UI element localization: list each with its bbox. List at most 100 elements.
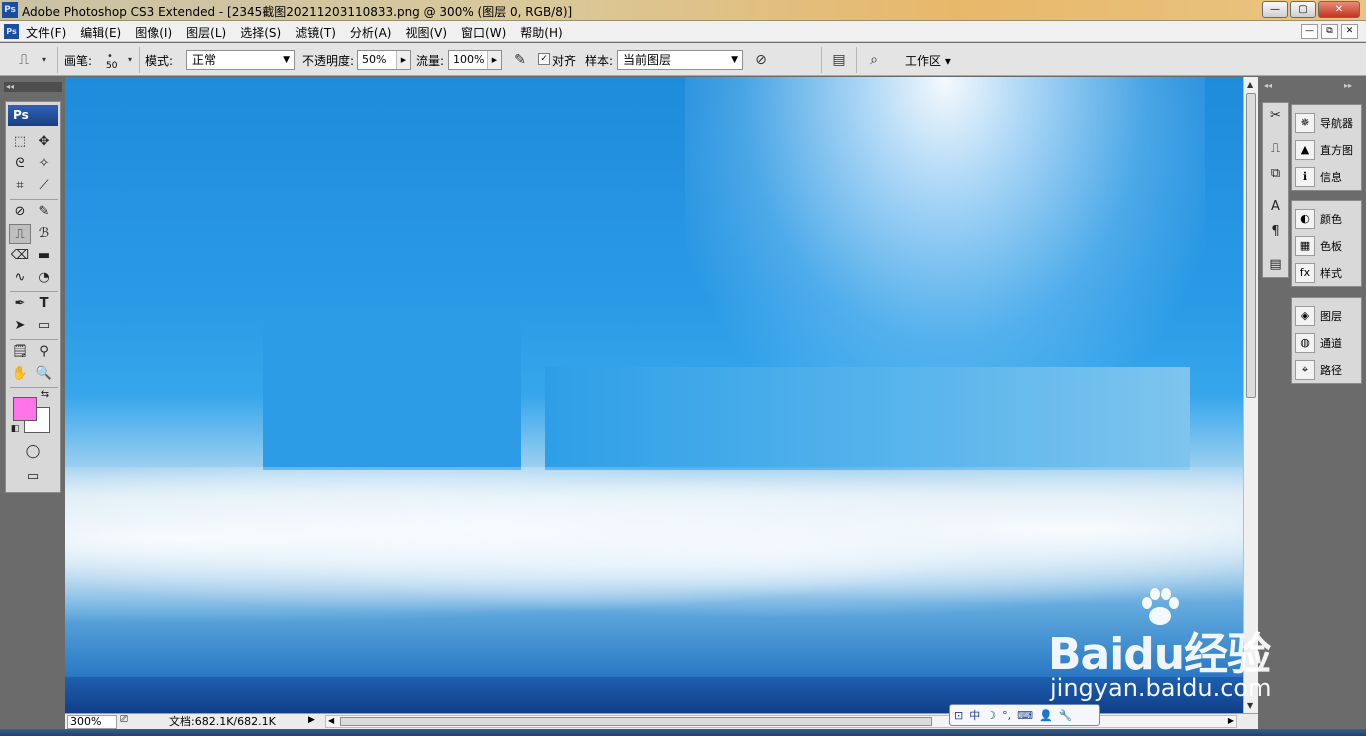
path-selection-tool-icon[interactable]: ➤ [9,316,31,336]
scroll-left-icon[interactable]: ◀ [328,716,334,725]
toolbox-logo[interactable]: Ps [8,105,58,126]
foreground-color-swatch[interactable] [13,397,37,421]
notes-tool-icon[interactable]: 🗒 [9,342,31,362]
doc-restore-button[interactable]: ⧉ [1321,24,1338,39]
flow-slider-toggle-icon[interactable]: ▶ [487,51,501,69]
slice-tool-icon[interactable]: ⟋ [33,176,55,196]
status-preview-icon[interactable]: ⎚ [120,714,128,725]
layer-comps-icon[interactable]: ▤ [1263,252,1288,277]
panel-channels[interactable]: ◍ 通道 [1292,329,1361,356]
horizontal-scrollbar[interactable]: ◀ ▶ [325,715,1237,728]
hand-tool-icon[interactable]: ✋ [9,364,31,384]
brushes-panel-icon[interactable]: ⎍ [1263,136,1288,161]
panel-swatches[interactable]: ▦ 色板 [1292,232,1361,259]
panel-histogram[interactable]: ▲ 直方图 [1292,136,1361,163]
menu-edit[interactable]: 编辑(E) [80,24,121,41]
palette-well-icon[interactable]: ▤ [829,50,849,70]
type-tool-icon[interactable]: T [33,294,55,314]
maximize-button[interactable]: ▢ [1290,1,1316,18]
dodge-tool-icon[interactable]: ◔ [33,268,55,288]
zoom-level-field[interactable]: 300% [67,715,117,729]
ime-toolbar: ⊡ 中 ☽ °, ⌨ 👤 🔧 [949,704,1100,726]
scroll-down-icon[interactable]: ▼ [1247,701,1253,710]
ime-halfwidth-icon[interactable]: ☽ [986,709,996,722]
ime-chinese-mode[interactable]: 中 [969,707,980,723]
paragraph-panel-icon[interactable]: ¶ [1263,219,1288,244]
status-menu-arrow-icon[interactable]: ▶ [308,715,315,725]
opacity-slider-toggle-icon[interactable]: ▶ [396,51,410,69]
menu-layer[interactable]: 图层(L) [186,24,226,41]
clone-stamp-tool-icon[interactable]: ⎍ [9,224,31,244]
crop-tool-icon[interactable]: ⌗ [9,176,31,196]
menu-filter[interactable]: 滤镜(T) [295,24,336,41]
ime-punctuation-icon[interactable]: °, [1002,709,1011,722]
history-brush-tool-icon[interactable]: ℬ [33,224,55,244]
close-button[interactable]: ✕ [1318,1,1360,18]
lasso-tool-icon[interactable]: ᘓ [9,154,31,174]
brush-picker-chevron-icon[interactable]: ▾ [120,50,140,70]
mode-select[interactable]: 正常 ▼ [186,50,295,70]
clone-stamp-tool-preset-icon[interactable]: ⎍ [14,50,34,70]
vertical-scroll-thumb[interactable] [1246,93,1256,398]
chevron-down-icon[interactable]: ▾ [34,50,54,70]
brush-tool-icon[interactable]: ✎ [33,202,55,222]
clone-source-icon[interactable]: ⧉ [1263,161,1288,186]
menu-analysis[interactable]: 分析(A) [350,24,392,41]
panel-info[interactable]: ℹ 信息 [1292,163,1361,190]
flow-input[interactable]: 100% ▶ [448,50,502,70]
pen-tool-icon[interactable]: ✒ [9,294,31,314]
menu-select[interactable]: 选择(S) [240,24,281,41]
swap-colors-icon[interactable]: ⇆ [38,388,52,402]
panel-color[interactable]: ◐ 颜色 [1292,205,1361,232]
workspace-menu[interactable]: 工作区 ▾ [905,52,951,69]
panel-styles[interactable]: fx 样式 [1292,259,1361,286]
airbrush-icon[interactable]: ✎ [510,50,530,70]
document-icon[interactable]: Ps [4,24,19,39]
panel-navigator[interactable]: ✵ 导航器 [1292,109,1361,136]
rectangle-tool-icon[interactable]: ▭ [33,316,55,336]
blur-tool-icon[interactable]: ∿ [9,268,31,288]
ime-keyboard-icon[interactable]: ⌨ [1017,709,1033,722]
scroll-up-icon[interactable]: ▲ [1247,80,1253,89]
menu-view[interactable]: 视图(V) [405,24,447,41]
tool-presets-icon[interactable]: ✂ [1263,103,1288,128]
gradient-tool-icon[interactable]: ▬ [33,246,55,266]
marquee-tool-icon[interactable]: ⬚ [9,132,31,152]
document-size-info[interactable]: 文档:682.1K/682.1K [169,715,276,729]
sample-select[interactable]: 当前图层 ▼ [617,50,743,70]
panel-layers[interactable]: ◈ 图层 [1292,302,1361,329]
magic-wand-tool-icon[interactable]: ✧ [33,154,55,174]
dock-expand-right[interactable]: ▸▸ [1344,81,1352,90]
menu-image[interactable]: 图像(I) [135,24,172,41]
bridge-icon[interactable]: ⌕ [864,50,884,70]
default-colors-icon[interactable]: ◧ [8,422,22,436]
doc-close-button[interactable]: ✕ [1341,24,1358,39]
toolbox-collapse[interactable]: ◂◂ [4,82,62,92]
window-title: Adobe Photoshop CS3 Extended - [2345截图20… [22,5,573,19]
horizontal-scroll-thumb[interactable] [340,717,932,726]
minimize-button[interactable]: — [1262,1,1288,18]
quick-mask-mode-icon[interactable]: ◯ [22,442,44,462]
ime-settings-icon[interactable]: 🔧 [1059,709,1073,722]
character-panel-icon[interactable]: A [1263,194,1288,219]
align-checkbox[interactable]: ✓ [538,53,550,65]
ime-logo-icon[interactable]: ⊡ [954,709,963,722]
ignore-adjustment-layers-icon[interactable]: ⊘ [751,50,771,70]
screen-mode-icon[interactable]: ▭ [22,467,44,487]
doc-minimize-button[interactable]: — [1301,24,1318,39]
zoom-tool-icon[interactable]: 🔍 [33,364,55,384]
menu-help[interactable]: 帮助(H) [520,24,562,41]
menu-window[interactable]: 窗口(W) [461,24,506,41]
opacity-input[interactable]: 50% ▶ [357,50,411,70]
healing-brush-tool-icon[interactable]: ⊘ [9,202,31,222]
opacity-value: 50% [362,53,387,66]
panel-paths[interactable]: ⌖ 路径 [1292,356,1361,383]
scroll-right-icon[interactable]: ▶ [1228,716,1234,725]
eraser-tool-icon[interactable]: ⌫ [9,246,31,266]
menu-file[interactable]: 文件(F) [26,24,66,41]
panel-label: 样式 [1320,266,1342,280]
ime-user-icon[interactable]: 👤 [1039,709,1053,722]
dock-collapse-left[interactable]: ◂◂ [1264,81,1272,90]
move-tool-icon[interactable]: ✥ [33,132,55,152]
eyedropper-tool-icon[interactable]: ⚲ [33,342,55,362]
